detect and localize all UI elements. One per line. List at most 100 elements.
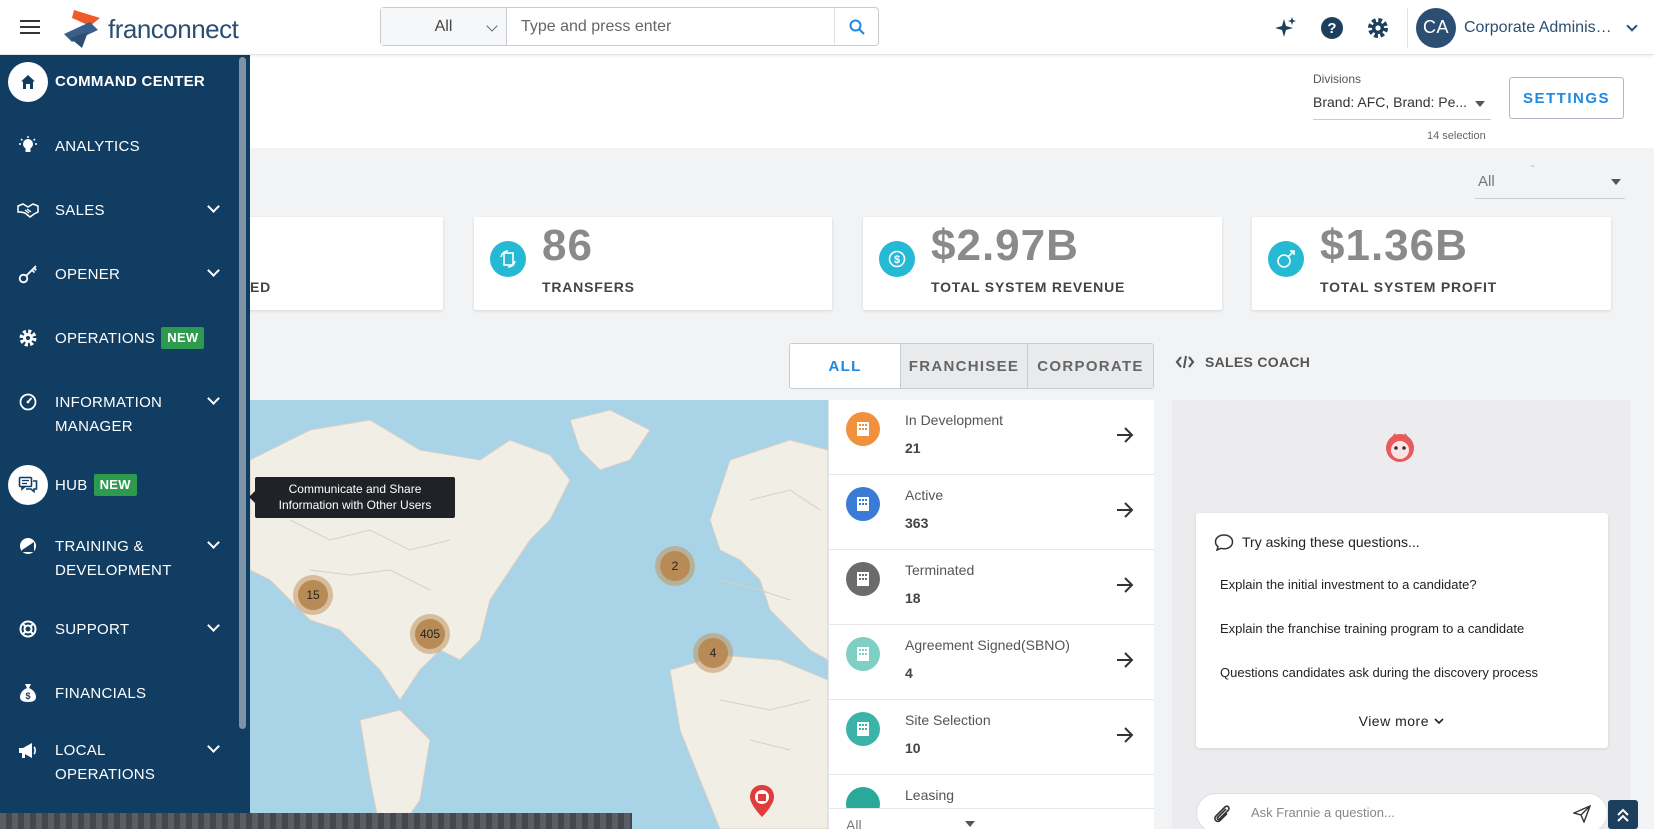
- status-count: 18: [905, 590, 921, 606]
- sidebar-item-local-operations[interactable]: LOCAL OPERATIONS: [0, 730, 240, 800]
- label-line: DEVELOPMENT: [55, 562, 172, 579]
- heading-text: Try asking these questions...: [1242, 534, 1420, 550]
- sidebar-item-financials[interactable]: $ FINANCIALS: [0, 673, 240, 719]
- sales-coach-header[interactable]: SALES COACH: [1175, 354, 1310, 370]
- tab-franchisee[interactable]: FRANCHISEE: [900, 344, 1027, 388]
- map-cluster-count: 405: [415, 619, 445, 649]
- status-row[interactable]: In Development 21: [829, 400, 1154, 475]
- caret-down-icon: [1475, 101, 1485, 107]
- transfer-icon: [490, 241, 526, 277]
- sidebar-item-command-center[interactable]: COMMAND CENTER: [0, 62, 240, 108]
- kpi-card-transfers[interactable]: 86 TRANSFERS: [474, 217, 832, 310]
- chevron-down-icon[interactable]: [1626, 19, 1638, 32]
- building-icon: [846, 562, 880, 596]
- paperclip-icon[interactable]: [1211, 803, 1233, 825]
- avatar[interactable]: CA: [1416, 7, 1456, 48]
- map-pin-icon[interactable]: [748, 784, 776, 818]
- filter-marker: -: [1531, 161, 1535, 172]
- label-line: LOCAL: [55, 742, 106, 759]
- key-icon: [8, 254, 48, 294]
- status-filter-select[interactable]: All: [829, 808, 1154, 829]
- sidebar-item-information-manager[interactable]: INFORMATION MANAGER: [0, 382, 240, 448]
- view-filter-select[interactable]: - All: [1475, 161, 1625, 199]
- status-name: Site Selection: [905, 712, 991, 728]
- header-divider: [1407, 7, 1408, 48]
- suggested-questions-heading: Try asking these questions...: [1214, 533, 1420, 551]
- status-name: Agreement Signed(SBNO): [905, 637, 1070, 653]
- help-button[interactable]: ?: [1309, 5, 1355, 51]
- locations-map[interactable]: 15 405 2 4: [250, 400, 828, 829]
- sidebar-item-support[interactable]: SUPPORT: [0, 609, 240, 655]
- gear-icon: [1368, 17, 1388, 38]
- sidebar-item-sales[interactable]: SALES: [0, 190, 240, 236]
- search-scope-select[interactable]: All: [381, 8, 507, 45]
- logo-mark-icon: [64, 10, 100, 48]
- label-line: MANAGER: [55, 418, 133, 435]
- chevron-down-icon: [207, 264, 220, 277]
- sales-coach-label: SALES COACH: [1205, 354, 1311, 370]
- tab-corporate[interactable]: CORPORATE: [1027, 344, 1153, 388]
- status-row[interactable]: Site Selection 10: [829, 700, 1154, 775]
- suggested-question[interactable]: Explain the franchise training program t…: [1220, 621, 1524, 636]
- world-map: [250, 409, 828, 829]
- building-icon: [846, 487, 880, 521]
- status-row[interactable]: Active 363: [829, 475, 1154, 550]
- ai-sparkle-button[interactable]: [1263, 5, 1309, 51]
- arrow-right-icon[interactable]: [1115, 501, 1135, 519]
- svg-text:?: ?: [1327, 20, 1336, 37]
- view-more-button[interactable]: View more: [1196, 713, 1608, 729]
- sidebar-item-opener[interactable]: OPENER: [0, 254, 240, 300]
- search-button[interactable]: [834, 8, 878, 45]
- kpi-card-revenue[interactable]: $ $2.97B TOTAL SYSTEM REVENUE: [863, 217, 1222, 310]
- search-input[interactable]: [507, 8, 834, 45]
- sidebar-scrollbar[interactable]: [239, 57, 246, 729]
- franconnect-logo[interactable]: franconnect: [60, 8, 239, 50]
- ask-frannie-input[interactable]: [1251, 805, 1551, 820]
- code-icon: [1175, 355, 1195, 369]
- sidebar-item-label: SALES: [55, 202, 105, 219]
- chevron-down-icon: [207, 200, 220, 213]
- arrow-right-icon[interactable]: [1115, 726, 1135, 744]
- kpi-label: TOTAL SYSTEM PROFIT: [1320, 279, 1497, 295]
- map-cluster[interactable]: 405: [410, 614, 450, 654]
- header-actions: ? CA Corporate Administr...: [1263, 0, 1654, 55]
- sidebar-item-operations[interactable]: OPERATIONS NEW: [0, 318, 240, 364]
- status-name: Terminated: [905, 562, 975, 578]
- menu-icon[interactable]: [12, 10, 48, 44]
- status-row[interactable]: Terminated 18: [829, 550, 1154, 625]
- sidebar-item-label: OPERATIONS NEW: [55, 327, 205, 351]
- suggested-questions-card: Try asking these questions... Explain th…: [1196, 513, 1608, 748]
- sidebar-item-hub[interactable]: HUB NEW: [0, 465, 240, 511]
- sidebar-item-label: OPENER: [55, 266, 121, 283]
- arrow-right-icon[interactable]: [1115, 576, 1135, 594]
- label-line: OPERATIONS: [55, 766, 156, 783]
- settings-button[interactable]: SETTINGS: [1509, 77, 1624, 119]
- sidebar-item-label: INFORMATION MANAGER: [55, 391, 162, 439]
- settings-gear-button[interactable]: [1355, 5, 1401, 51]
- svg-text:$: $: [894, 254, 900, 266]
- sidebar-item-analytics[interactable]: ANALYTICS: [0, 126, 240, 172]
- kpi-card-profit[interactable]: $1.36B TOTAL SYSTEM PROFIT: [1252, 217, 1611, 310]
- training-icon: [8, 526, 48, 566]
- map-cluster[interactable]: 2: [655, 546, 695, 586]
- scroll-to-top-button[interactable]: [1608, 800, 1638, 829]
- suggested-question[interactable]: Questions candidates ask during the disc…: [1220, 665, 1538, 680]
- svg-text:$: $: [25, 691, 30, 701]
- user-name[interactable]: Corporate Administr...: [1464, 19, 1614, 37]
- building-icon: [846, 712, 880, 746]
- arrow-right-icon[interactable]: [1115, 651, 1135, 669]
- tab-all[interactable]: ALL: [790, 344, 900, 388]
- arrow-right-icon[interactable]: [1115, 426, 1135, 444]
- suggested-question[interactable]: Explain the initial investment to a cand…: [1220, 577, 1477, 592]
- map-cluster[interactable]: 4: [693, 633, 733, 673]
- building-icon: [846, 412, 880, 446]
- divisions-select[interactable]: Brand: AFC, Brand: Pe...: [1313, 92, 1491, 120]
- sidebar-item-training-development[interactable]: TRAINING & DEVELOPMENT: [0, 526, 240, 592]
- status-row[interactable]: Agreement Signed(SBNO) 4: [829, 625, 1154, 700]
- location-type-tabs: ALL FRANCHISEE CORPORATE: [789, 343, 1154, 389]
- send-icon[interactable]: [1573, 805, 1591, 823]
- kpi-label: TOTAL SYSTEM REVENUE: [931, 279, 1126, 295]
- gauge-icon: [8, 382, 48, 422]
- label-line: INFORMATION: [55, 394, 163, 411]
- map-cluster[interactable]: 15: [293, 575, 333, 615]
